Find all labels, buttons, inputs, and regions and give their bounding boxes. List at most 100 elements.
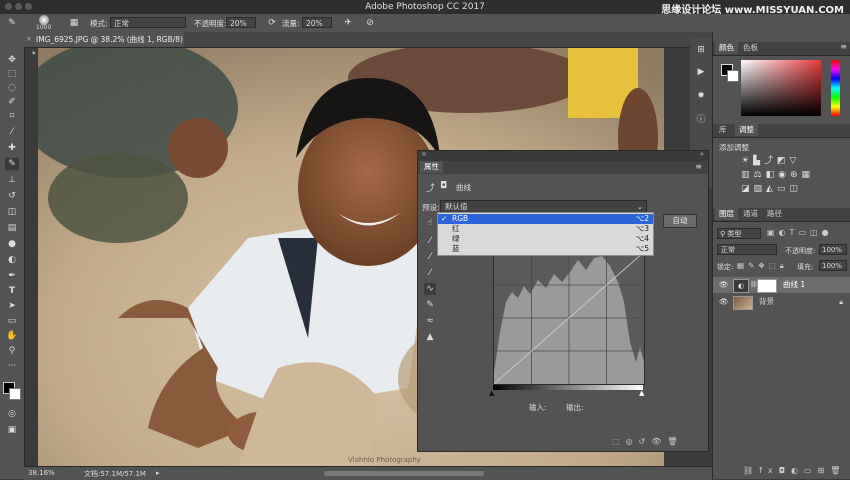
filter-smart-icon[interactable]: ◫ — [810, 228, 822, 237]
filter-shape-icon[interactable]: ▭ — [798, 228, 810, 237]
channel-menu-item[interactable]: 绿 ⌥4 — [438, 234, 653, 244]
new-layer-icon[interactable]: ⊞ — [818, 466, 831, 475]
black-point-eyedropper-icon[interactable]: ⁄ — [424, 235, 436, 247]
opacity-field[interactable]: 20% — [226, 17, 256, 28]
selective-color-icon[interactable]: ◫ — [789, 184, 802, 194]
layer-filter-select[interactable]: ⚲ 类型 — [717, 228, 761, 239]
pen-tool-icon[interactable]: ✒ — [5, 270, 19, 282]
tab-paths[interactable]: 路径 — [763, 208, 786, 220]
hue-slider[interactable] — [831, 60, 840, 116]
tab-adjustments[interactable]: 调整 — [735, 124, 758, 136]
view-previous-icon[interactable]: ◎ — [626, 437, 639, 446]
lock-move-icon[interactable]: ✥ — [758, 261, 768, 270]
properties-close-icon[interactable]: × — [421, 150, 427, 158]
history-brush-icon[interactable]: ↺ — [5, 190, 19, 202]
link-layers-icon[interactable]: ⛓ — [743, 466, 759, 475]
crop-tool-icon[interactable]: ⌗ — [5, 110, 19, 122]
clipping-warning-icon[interactable]: ▲ — [424, 331, 436, 343]
properties-menu-icon[interactable]: ≡ — [695, 162, 702, 171]
channel-menu-item[interactable]: 蓝 ⌥5 — [438, 244, 653, 254]
airbrush-icon[interactable]: ✈ — [342, 17, 354, 29]
threshold-icon[interactable]: ◭ — [766, 184, 777, 194]
tab-channels[interactable]: 通道 — [739, 208, 762, 220]
gradient-map-icon[interactable]: ▭ — [777, 184, 790, 194]
add-mask-icon[interactable]: ◘ — [779, 466, 791, 475]
layer-mask-thumb[interactable] — [757, 279, 777, 293]
zoom-tool-icon[interactable]: ⚲ — [5, 345, 19, 357]
filter-pixel-icon[interactable]: ▣ — [767, 228, 779, 237]
gradient-tool-icon[interactable]: ▤ — [5, 222, 19, 234]
clip-to-layer-icon[interactable]: ⬚ — [612, 437, 626, 446]
properties-panel-drag-bar[interactable]: × » — [418, 150, 708, 161]
lock-artboard-icon[interactable]: ⬚ — [769, 261, 780, 270]
color-bg-swatch[interactable] — [727, 70, 739, 82]
gray-point-eyedropper-icon[interactable]: ⁄ — [424, 251, 436, 263]
lookup-icon[interactable]: ▦ — [802, 170, 815, 180]
channel-menu-item[interactable]: 红 ⌥3 — [438, 224, 653, 234]
vibrance-icon[interactable]: ▽ — [790, 156, 801, 166]
new-adjustment-icon[interactable]: ◐ — [791, 466, 804, 475]
quick-mask-icon[interactable]: ◎ — [5, 408, 19, 420]
black-point-slider-icon[interactable]: ▲ — [489, 389, 494, 397]
marquee-tool-icon[interactable]: ⬚ — [5, 68, 19, 80]
visibility-eye-icon[interactable]: 👁︎ — [719, 277, 729, 293]
pressure-size-icon[interactable]: ⊘ — [364, 17, 376, 29]
tab-properties[interactable]: 属性 — [420, 161, 443, 173]
tab-color[interactable]: 颜色 — [715, 42, 738, 54]
lock-paint-icon[interactable]: ✎ — [748, 261, 758, 270]
layer-row[interactable]: 👁︎ 背景 🔒︎ — [713, 294, 850, 310]
white-point-slider-icon[interactable]: ▲ — [639, 389, 644, 397]
lock-pixels-icon[interactable]: ▦ — [737, 261, 748, 270]
smooth-curve-icon[interactable]: ≈ — [424, 315, 436, 327]
filter-toggle-icon[interactable]: ● — [822, 228, 833, 237]
eraser-tool-icon[interactable]: ◫ — [5, 206, 19, 218]
layer-opacity-field[interactable]: 100% — [819, 244, 847, 255]
exposure-icon[interactable]: ◩ — [777, 156, 790, 166]
properties-collapse-icon[interactable]: » — [700, 150, 704, 158]
document-tab-close-icon[interactable]: × — [26, 32, 32, 47]
type-tool-icon[interactable]: T — [5, 285, 19, 297]
invert-icon[interactable]: ◪ — [741, 184, 754, 194]
mask-adjustment-icon[interactable]: ◘ — [440, 181, 447, 191]
white-point-eyedropper-icon[interactable]: ⁄ — [424, 267, 436, 279]
pencil-curve-icon[interactable]: ✎ — [424, 299, 436, 311]
fill-field[interactable]: 100% — [819, 260, 847, 271]
hand-tool-icon[interactable]: ✋ — [5, 330, 19, 342]
layer-row[interactable]: 👁︎ ◐ ⛓ 曲线 1 — [713, 277, 850, 293]
quick-select-tool-icon[interactable]: ✐ — [5, 96, 19, 108]
horizontal-scrollbar[interactable] — [324, 471, 484, 476]
status-menu-arrow-icon[interactable]: ▸ — [156, 469, 160, 477]
lock-all-icon[interactable]: 🔒︎ — [780, 261, 788, 270]
brightness-icon[interactable]: ☀ — [741, 156, 753, 166]
history-panel-icon[interactable]: ⊞ — [695, 44, 707, 56]
tab-layers[interactable]: 图层 — [715, 208, 738, 220]
screen-mode-icon[interactable]: ▣ — [5, 424, 19, 436]
lasso-tool-icon[interactable]: ◌ — [5, 82, 19, 94]
blur-tool-icon[interactable]: ● — [5, 238, 19, 250]
delete-adjustment-icon[interactable]: 🗑︎ — [667, 437, 683, 446]
stamp-tool-icon[interactable]: ⊥ — [5, 174, 19, 186]
delete-layer-icon[interactable]: 🗑︎ — [830, 466, 846, 475]
path-select-tool-icon[interactable]: ➤ — [5, 300, 19, 312]
blend-mode-select[interactable]: 正常 — [717, 244, 777, 255]
color-balance-icon[interactable]: ⚖ — [754, 170, 766, 180]
document-tab[interactable]: × IMG_6925.JPG @ 38.2% (曲线 1, RGB/8) * — [24, 32, 184, 59]
curves-icon[interactable]: ⤴ — [764, 156, 777, 166]
background-color-swatch[interactable] — [9, 388, 21, 400]
photo-filter-icon[interactable]: ◉ — [778, 170, 790, 180]
mode-select[interactable]: 正常 — [110, 17, 186, 28]
dodge-tool-icon[interactable]: ◐ — [5, 254, 19, 266]
auto-button[interactable]: 自动 — [663, 214, 697, 228]
move-tool-icon[interactable]: ✥ — [5, 54, 19, 66]
brush-tool-icon[interactable]: ✎ — [6, 17, 18, 29]
tab-swatches[interactable]: 色板 — [739, 42, 762, 54]
toggle-visibility-icon[interactable]: 👁︎ — [651, 437, 667, 446]
tab-libraries[interactable]: 库 — [715, 124, 731, 136]
hue-sat-icon[interactable]: ▥ — [741, 170, 754, 180]
new-group-icon[interactable]: ▭ — [804, 466, 818, 475]
more-tools-icon[interactable]: ··· — [5, 360, 19, 372]
filter-adjustment-icon[interactable]: ◐ — [779, 228, 790, 237]
posterize-icon[interactable]: ▨ — [754, 184, 767, 194]
pressure-opacity-icon[interactable]: ⟳ — [266, 17, 278, 29]
color-field[interactable] — [741, 60, 821, 116]
